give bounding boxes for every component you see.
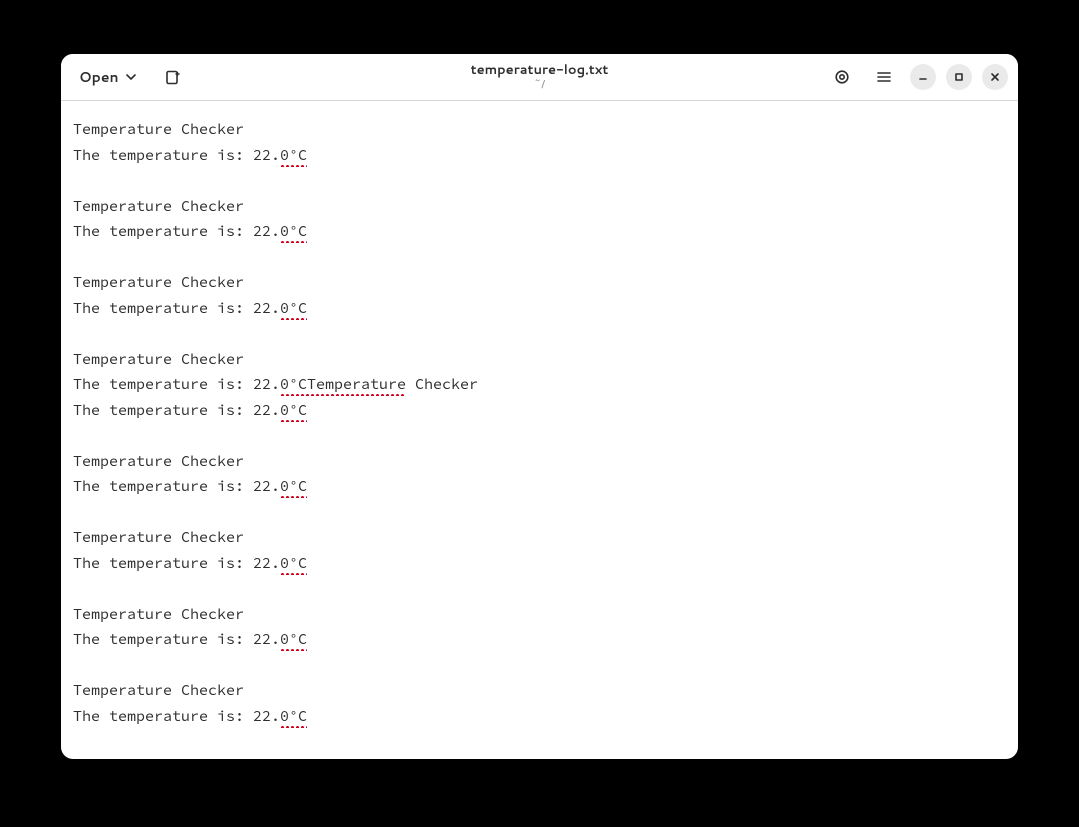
headerbar-left: Open — [61, 61, 189, 93]
text-line: The temperature is: 22.0°C — [73, 704, 1006, 730]
text-line — [73, 653, 1006, 679]
document-path: ~/ — [534, 79, 545, 90]
text-line: The temperature is: 22.0°C — [73, 627, 1006, 653]
text-line: The temperature is: 22.0°C — [73, 398, 1006, 424]
menu-button[interactable] — [868, 61, 900, 93]
chevron-down-icon — [125, 71, 137, 83]
text-line — [73, 423, 1006, 449]
spellcheck-underline: 0°C — [280, 554, 307, 575]
close-icon — [988, 70, 1002, 84]
text-span: Checker — [406, 375, 478, 394]
text-span: The temperature is: 22. — [73, 299, 280, 318]
text-line: The temperature is: 22.0°CTemperature Ch… — [73, 372, 1006, 398]
text-span: The temperature is: 22. — [73, 401, 280, 420]
editor-window: Open temperature-log.txt ~/ — [61, 54, 1018, 759]
text-area[interactable]: Temperature CheckerThe temperature is: 2… — [61, 101, 1018, 759]
text-line — [73, 168, 1006, 194]
text-span: The temperature is: 22. — [73, 554, 280, 573]
spellcheck-underline: 0°C — [280, 222, 307, 243]
text-line: Temperature Checker — [73, 347, 1006, 373]
text-line: Temperature Checker — [73, 117, 1006, 143]
spellcheck-underline: 0°C — [280, 477, 307, 498]
text-line: Temperature Checker — [73, 525, 1006, 551]
text-line — [73, 500, 1006, 526]
open-button-label: Open — [79, 67, 119, 87]
document-title: temperature-log.txt — [471, 64, 609, 77]
text-line: The temperature is: 22.0°C — [73, 551, 1006, 577]
close-button[interactable] — [982, 64, 1008, 90]
new-tab-icon — [164, 68, 182, 86]
text-line — [73, 576, 1006, 602]
headerbar: Open temperature-log.txt ~/ — [61, 54, 1018, 101]
minimize-button[interactable] — [910, 64, 936, 90]
text-line: Temperature Checker — [73, 449, 1006, 475]
headerbar-right — [826, 61, 1018, 93]
text-span: The temperature is: 22. — [73, 630, 280, 649]
text-line: The temperature is: 22.0°C — [73, 296, 1006, 322]
spellcheck-underline: 0°C — [280, 146, 307, 167]
open-button[interactable]: Open — [73, 61, 143, 93]
text-line: Temperature Checker — [73, 270, 1006, 296]
spellcheck-underline: 0°C — [280, 299, 307, 320]
text-span: The temperature is: 22. — [73, 707, 280, 726]
spellcheck-underline: 0°C — [280, 707, 307, 728]
hamburger-icon — [875, 68, 893, 86]
spellcheck-underline: 0°C — [280, 630, 307, 651]
new-tab-button[interactable] — [157, 61, 189, 93]
text-line: The temperature is: 22.0°C — [73, 219, 1006, 245]
settings-button[interactable] — [826, 61, 858, 93]
minimize-icon — [916, 70, 930, 84]
maximize-button[interactable] — [946, 64, 972, 90]
spellcheck-underline: 0°C — [280, 401, 307, 422]
text-line — [73, 245, 1006, 271]
text-line: Temperature Checker — [73, 602, 1006, 628]
text-line: The temperature is: 22.0°C — [73, 143, 1006, 169]
text-span: The temperature is: 22. — [73, 477, 280, 496]
text-line: Temperature Checker — [73, 194, 1006, 220]
text-span: The temperature is: 22. — [73, 222, 280, 241]
text-span: The temperature is: 22. — [73, 146, 280, 165]
gear-icon — [833, 68, 851, 86]
text-line: The temperature is: 22.0°C — [73, 474, 1006, 500]
text-span: The temperature is: 22. — [73, 375, 280, 394]
text-line: Temperature Checker — [73, 678, 1006, 704]
spellcheck-underline: 0°CTemperature — [280, 375, 406, 396]
text-line — [73, 321, 1006, 347]
maximize-icon — [952, 70, 966, 84]
